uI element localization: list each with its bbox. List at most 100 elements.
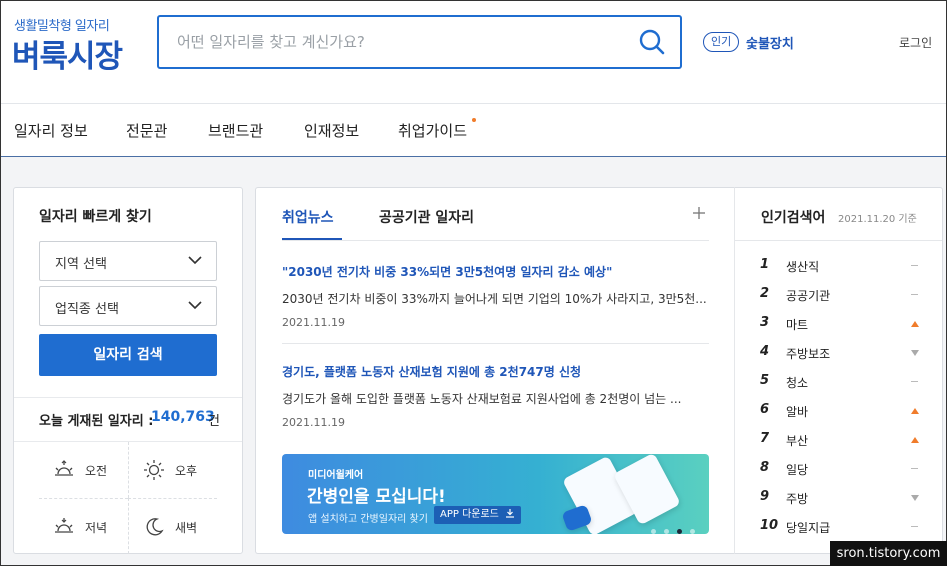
main-nav: 일자리 정보 전문관 브랜드관 인재정보 취업가이드 [0, 104, 947, 157]
app-download-label: APP 다운로드 [440, 509, 499, 520]
caregiver-ad-banner[interactable]: 미디어윌케어 간병인을 모십니다! 앱 설치하고 간병일자리 찾기 APP 다운… [282, 454, 709, 534]
keyword-text: 알바 [786, 405, 809, 419]
keyword-text: 청소 [786, 376, 809, 390]
news-description: 경기도가 올해 도입한 플랫폼 노동자 산재보험료 지원사업에 총 2천명이 넘… [282, 392, 682, 406]
keyword-text: 마트 [786, 318, 809, 332]
news-divider [282, 343, 709, 344]
popular-keyword-item[interactable]: 4 주방보조 [759, 343, 919, 363]
pagination-dot[interactable] [651, 529, 656, 534]
popular-keyword-item[interactable]: 9 주방 [759, 488, 919, 508]
search-icon[interactable] [638, 28, 666, 56]
popular-keyword-item[interactable]: 5 청소 [759, 372, 919, 392]
plus-icon[interactable] [692, 206, 706, 220]
pagination-dot[interactable] [664, 529, 669, 534]
app-download-button[interactable]: APP 다운로드 [434, 506, 522, 524]
tab-divider [282, 240, 709, 241]
trend-same-icon [911, 262, 919, 270]
pagination-dot-active[interactable] [677, 529, 682, 534]
banner-subtitle: 앱 설치하고 간병일자리 찾기 [308, 514, 428, 525]
moon-icon [146, 518, 164, 536]
time-afternoon-button[interactable]: 오후 [128, 442, 217, 498]
keyword-text: 주방 [786, 492, 809, 506]
time-evening-button[interactable]: 저녁 [39, 498, 128, 554]
popular-keyword-item[interactable]: 6 알바 [759, 401, 919, 421]
news-panel: 취업뉴스 공공기관 일자리 "2030년 전기차 비중 33%되면 3만5천여명… [255, 187, 734, 554]
time-dawn-button[interactable]: 새벽 [128, 498, 217, 554]
search-box [157, 15, 682, 69]
keyword-rank: 1 [760, 257, 770, 272]
popular-divider [735, 240, 942, 241]
keyword-text: 일당 [786, 463, 809, 477]
trend-up-icon [911, 320, 919, 328]
today-jobs-unit: 건 [208, 414, 220, 429]
tab-public-jobs[interactable]: 공공기관 일자리 [379, 207, 474, 227]
time-dawn-label: 새벽 [175, 521, 198, 535]
nav-item-brand[interactable]: 브랜드관 [208, 120, 263, 141]
popular-keywords-panel: 인기검색어 2021.11.20 기준 1 생산직 2 공공기관 3 마트 4 주방보조 5 청소… [734, 187, 943, 554]
trend-same-icon [911, 465, 919, 473]
sunset-icon [55, 518, 73, 533]
popular-keyword-item[interactable]: 3 마트 [759, 314, 919, 334]
job-search-button[interactable]: 일자리 검색 [39, 334, 217, 376]
trend-up-icon [911, 407, 919, 415]
pagination-dot[interactable] [690, 529, 695, 534]
site-logo[interactable]: 벼룩시장 [12, 31, 123, 76]
time-evening-label: 저녁 [85, 521, 108, 535]
popular-keyword-item[interactable]: 7 부산 [759, 430, 919, 450]
popular-keywords-date: 2021.11.20 기준 [838, 214, 917, 225]
keyword-text: 주방보조 [786, 347, 831, 361]
popular-keyword-item[interactable]: 8 일당 [759, 459, 919, 479]
news-title-link[interactable]: "2030년 전기차 비중 33%되면 3만5천여명 일자리 감소 예상" [282, 263, 709, 280]
keyword-rank: 7 [760, 431, 770, 446]
login-link[interactable]: 로그인 [899, 34, 932, 51]
nav-item-specialty[interactable]: 전문관 [126, 120, 167, 141]
banner-title: 간병인을 모십니다! [307, 487, 446, 507]
banner-brand: 미디어윌케어 [308, 470, 364, 481]
news-item: "2030년 전기차 비중 33%되면 3만5천여명 일자리 감소 예상" 20… [282, 263, 709, 329]
nav-item-talent[interactable]: 인재정보 [304, 120, 359, 141]
nav-item-career-guide[interactable]: 취업가이드 [398, 120, 467, 141]
news-date: 2021.11.19 [282, 416, 345, 429]
keyword-text: 공공기관 [786, 289, 831, 303]
search-input[interactable] [177, 29, 617, 55]
trend-same-icon [911, 378, 919, 386]
trend-up-icon [911, 436, 919, 444]
popular-badge: 인기 [703, 32, 740, 52]
today-jobs-summary: 오늘 게재된 일자리 : 140,763 건 [14, 397, 242, 442]
watermark: sron.tistory.com [830, 541, 947, 566]
trend-down-icon [911, 349, 919, 357]
time-morning-label: 오전 [85, 464, 108, 478]
chevron-down-icon [188, 301, 202, 310]
trend-same-icon [911, 523, 919, 531]
popular-keyword-item[interactable]: 10 당일지급 [759, 517, 919, 537]
time-afternoon-label: 오후 [175, 464, 198, 478]
category-select[interactable]: 업직종 선택 [39, 286, 217, 326]
keyword-rank: 2 [760, 286, 770, 301]
popular-keyword-link[interactable]: 숯불장치 [746, 33, 794, 52]
news-description: 2030년 전기차 비중이 33%까지 늘어나게 되면 기업의 10%가 사라지… [282, 292, 707, 306]
keyword-rank: 4 [760, 344, 770, 359]
keyword-text: 생산직 [786, 260, 820, 274]
region-select[interactable]: 지역 선택 [39, 241, 217, 281]
sunrise-icon [55, 460, 73, 476]
keyword-rank: 6 [760, 402, 770, 417]
today-jobs-label: 오늘 게재된 일자리 : [39, 414, 154, 429]
tab-job-news[interactable]: 취업뉴스 [282, 207, 334, 227]
keyword-rank: 10 [760, 518, 779, 533]
download-icon [506, 509, 515, 518]
region-select-label: 지역 선택 [55, 257, 107, 272]
nav-item-job-info[interactable]: 일자리 정보 [14, 120, 88, 141]
today-jobs-count: 140,763 [151, 409, 215, 425]
trend-down-icon [911, 494, 919, 502]
time-morning-button[interactable]: 오전 [39, 442, 128, 498]
popular-keyword-item[interactable]: 2 공공기관 [759, 285, 919, 305]
popular-keywords-title: 인기검색어 [761, 210, 826, 226]
popular-keyword-item[interactable]: 1 생산직 [759, 256, 919, 276]
news-title-link[interactable]: 경기도, 플랫폼 노동자 산재보험 지원에 총 2천747명 신청 [282, 363, 709, 380]
keyword-rank: 3 [760, 315, 770, 330]
keyword-rank: 9 [760, 489, 770, 504]
keyword-rank: 8 [760, 460, 770, 475]
category-select-label: 업직종 선택 [55, 302, 119, 317]
site-header: 생활밀착형 일자리 벼룩시장 인기 숯불장치 로그인 [0, 0, 947, 104]
news-date: 2021.11.19 [282, 316, 345, 329]
